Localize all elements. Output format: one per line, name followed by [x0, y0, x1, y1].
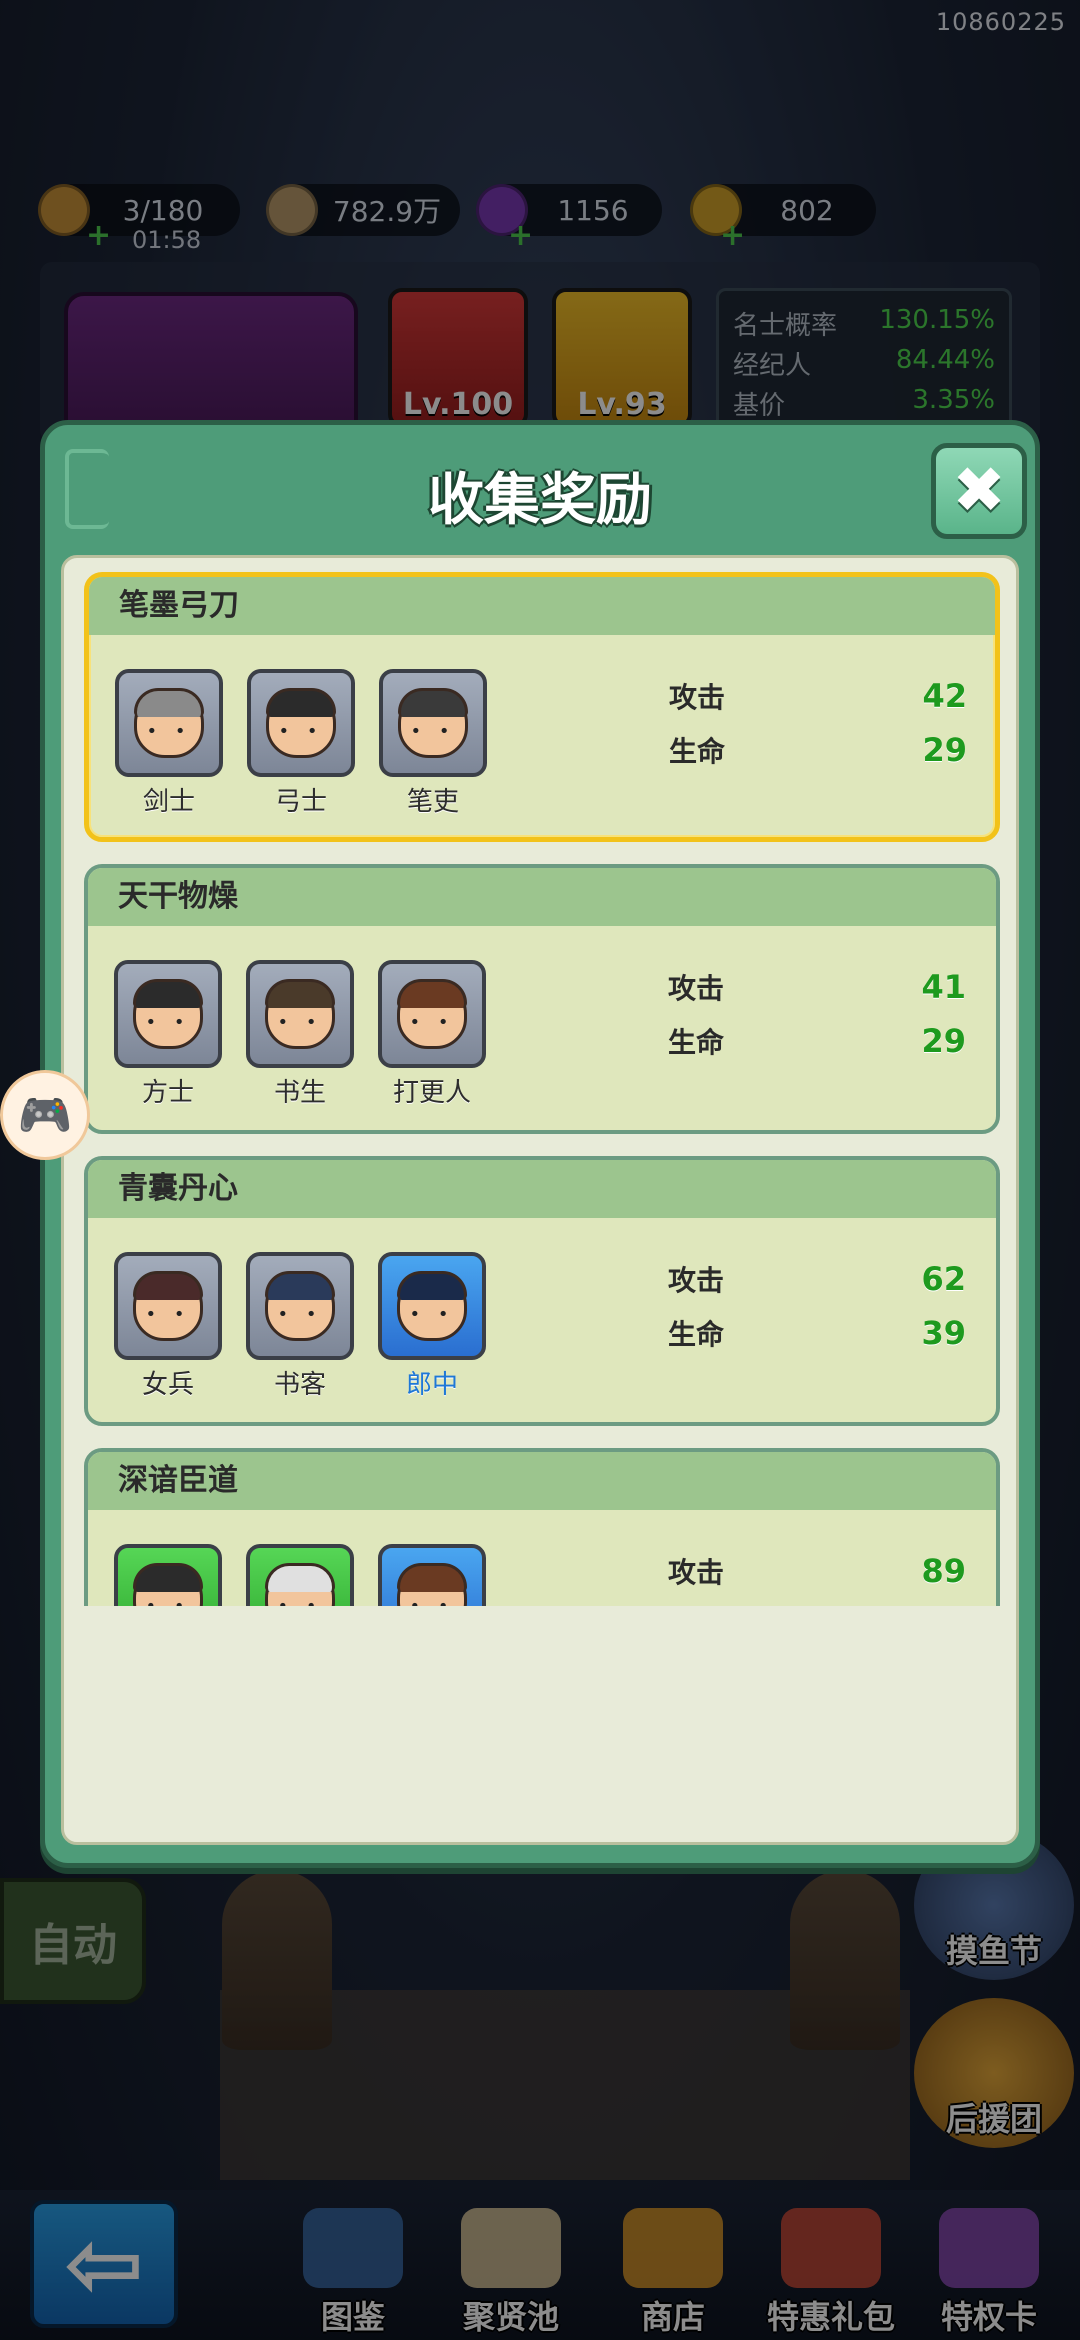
- hero-slot: 方士: [114, 960, 222, 1109]
- hero-name: 笔吏: [406, 787, 459, 817]
- hero-name: 书客: [273, 1370, 326, 1400]
- group-stats: 攻击 42 生命 29: [669, 669, 989, 777]
- minister-avatar-icon: [133, 1563, 203, 1606]
- hero-name: 打更人: [392, 1078, 471, 1108]
- attack-value: 42: [922, 677, 967, 715]
- attack-label: 攻击: [669, 681, 726, 714]
- hero-name: 弓士: [274, 787, 327, 817]
- hp-label: 生命: [669, 735, 726, 768]
- reward-list-container[interactable]: 笔墨弓刀 剑士 弓士 笔吏 攻击 42 生命 29 天干物燥 方士 书生 打更人: [61, 555, 1019, 1845]
- elder-avatar-icon: [265, 1563, 335, 1606]
- maiden-avatar-icon: [397, 1563, 467, 1606]
- hero-portrait[interactable]: [114, 960, 222, 1068]
- swordsman-avatar-icon: [134, 688, 204, 758]
- hero-slot: 书客: [246, 1252, 354, 1401]
- hp-label: 生命: [668, 1318, 725, 1351]
- group-title: 笔墨弓刀: [89, 577, 995, 635]
- close-icon[interactable]: ✖: [931, 443, 1027, 539]
- hero-portrait[interactable]: [115, 669, 223, 777]
- group-stats: 攻击 41 生命 29: [668, 960, 988, 1068]
- hero-slot: [114, 1544, 222, 1606]
- hero-portrait[interactable]: [378, 960, 486, 1068]
- attack-label: 攻击: [668, 1556, 725, 1589]
- hp-value: 29: [921, 1022, 966, 1060]
- collection-reward-modal: 收集奖励 ✖ 笔墨弓刀 剑士 弓士 笔吏 攻击 42 生命 29 天干物燥: [40, 420, 1040, 1868]
- hero-portrait[interactable]: [246, 1252, 354, 1360]
- attack-value: 89: [921, 1552, 966, 1590]
- hero-slot: [378, 1544, 486, 1606]
- reward-list[interactable]: 笔墨弓刀 剑士 弓士 笔吏 攻击 42 生命 29 天干物燥 方士 书生 打更人: [64, 558, 1016, 1606]
- hero-slot: 弓士: [247, 669, 355, 818]
- hero-slot: 剑士: [115, 669, 223, 818]
- reward-group-card[interactable]: 青囊丹心 女兵 书客 郎中 攻击 62 生命 39: [84, 1156, 1000, 1426]
- hero-portrait[interactable]: [246, 1544, 354, 1606]
- hero-slot: 笔吏: [379, 669, 487, 818]
- hero-portrait[interactable]: [378, 1544, 486, 1606]
- group-title: 深谙臣道: [88, 1452, 996, 1510]
- hero-portrait[interactable]: [114, 1252, 222, 1360]
- attack-value: 62: [921, 1260, 966, 1298]
- reward-group-card[interactable]: 笔墨弓刀 剑士 弓士 笔吏 攻击 42 生命 29: [84, 572, 1000, 842]
- archer-avatar-icon: [266, 688, 336, 758]
- hero-slot: [246, 1544, 354, 1606]
- hero-slot: 打更人: [378, 960, 486, 1109]
- reward-group-card[interactable]: 天干物燥 方士 书生 打更人 攻击 41 生命 29: [84, 864, 1000, 1134]
- bookman-avatar-icon: [265, 1271, 335, 1341]
- hero-slot: 书生: [246, 960, 354, 1109]
- attack-label: 攻击: [668, 972, 725, 1005]
- attack-value: 41: [921, 968, 966, 1006]
- group-stats: 攻击 89: [668, 1544, 988, 1598]
- group-title: 天干物燥: [88, 868, 996, 926]
- hero-portrait[interactable]: [114, 1544, 222, 1606]
- female-soldier-avatar-icon: [133, 1271, 203, 1341]
- hero-slot: 郎中: [378, 1252, 486, 1401]
- hero-portrait[interactable]: [246, 960, 354, 1068]
- hp-label: 生命: [668, 1026, 725, 1059]
- group-stats: 攻击 62 生命 39: [668, 1252, 988, 1360]
- hero-portrait[interactable]: [378, 1252, 486, 1360]
- hero-portrait[interactable]: [247, 669, 355, 777]
- doctor-avatar-icon: [397, 1271, 467, 1341]
- gamepad-icon[interactable]: 🎮: [0, 1070, 90, 1160]
- alchemist-avatar-icon: [133, 979, 203, 1049]
- hero-name: 女兵: [141, 1370, 194, 1400]
- hero-portrait[interactable]: [379, 669, 487, 777]
- scholar-avatar-icon: [265, 979, 335, 1049]
- hero-name: 书生: [273, 1078, 326, 1108]
- hero-name: 剑士: [142, 787, 195, 817]
- watchman-avatar-icon: [397, 979, 467, 1049]
- modal-title: 收集奖励: [428, 468, 652, 533]
- hero-name: 方士: [141, 1078, 194, 1108]
- hero-name: 郎中: [405, 1370, 458, 1400]
- reward-group-card[interactable]: 深谙臣道 攻击 89: [84, 1448, 1000, 1606]
- hp-value: 39: [921, 1314, 966, 1352]
- attack-label: 攻击: [668, 1264, 725, 1297]
- hp-value: 29: [922, 731, 967, 769]
- hero-slot: 女兵: [114, 1252, 222, 1401]
- group-title: 青囊丹心: [88, 1160, 996, 1218]
- clerk-avatar-icon: [398, 688, 468, 758]
